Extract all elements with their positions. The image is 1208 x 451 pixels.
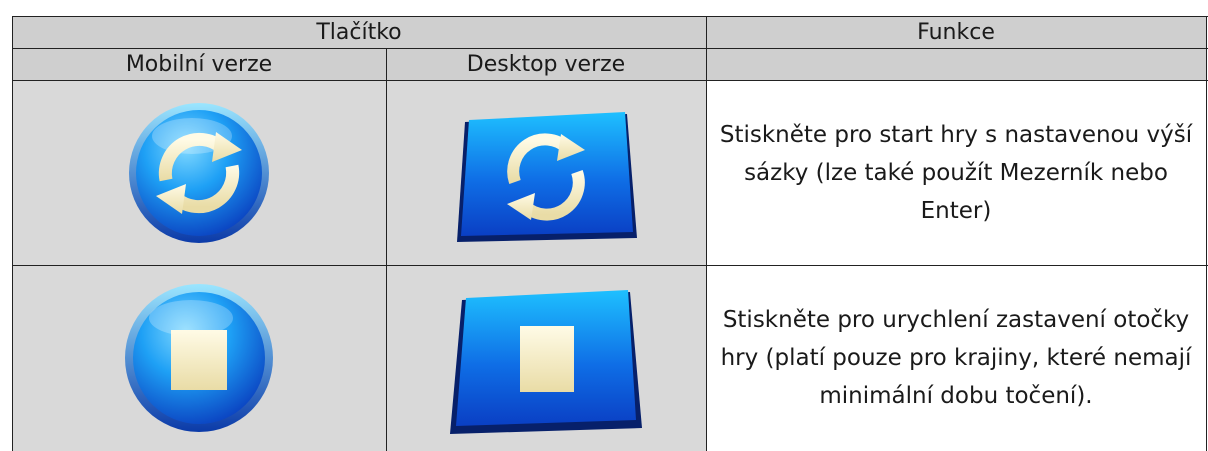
grid-line (706, 16, 707, 451)
grid-line (12, 265, 1208, 266)
row-spin-desktop (386, 80, 706, 265)
header-desktop-label: Desktop verze (466, 51, 626, 77)
header-button-label: Tlačítko (316, 19, 402, 45)
header-empty (706, 48, 1206, 80)
header-desktop: Desktop verze (386, 48, 706, 80)
mobile-spin-button-icon (129, 102, 269, 243)
row-spin-mobile (12, 80, 386, 265)
desktop-spin-button-icon (457, 111, 637, 242)
controls-table: Tlačítko Funkce Mobilní verze Desktop ve… (12, 16, 1208, 451)
desktop-stop-button-icon (450, 290, 642, 434)
mobile-stop-button-icon (125, 284, 273, 432)
grid-line (12, 16, 13, 451)
grid-line (386, 48, 387, 451)
row-spin-description: Stiskněte pro start hry s nastavenou výš… (719, 121, 1193, 224)
row-spin-function: Stiskněte pro start hry s nastavenou výš… (706, 80, 1206, 265)
row-stop-function: Stiskněte pro urychlení zastavení otočky… (706, 265, 1206, 451)
grid-line (12, 80, 1208, 81)
header-function-label: Funkce (917, 19, 995, 45)
header-button: Tlačítko (12, 16, 706, 48)
grid-line (12, 16, 1208, 17)
header-mobile: Mobilní verze (12, 48, 386, 80)
row-stop-description: Stiskněte pro urychlení zastavení otočky… (720, 307, 1192, 409)
row-stop-mobile (12, 265, 386, 451)
grid-line (12, 48, 1208, 49)
row-stop-desktop (386, 265, 706, 451)
header-function: Funkce (706, 16, 1206, 48)
grid-line (1206, 16, 1207, 451)
header-mobile-label: Mobilní verze (125, 51, 273, 77)
